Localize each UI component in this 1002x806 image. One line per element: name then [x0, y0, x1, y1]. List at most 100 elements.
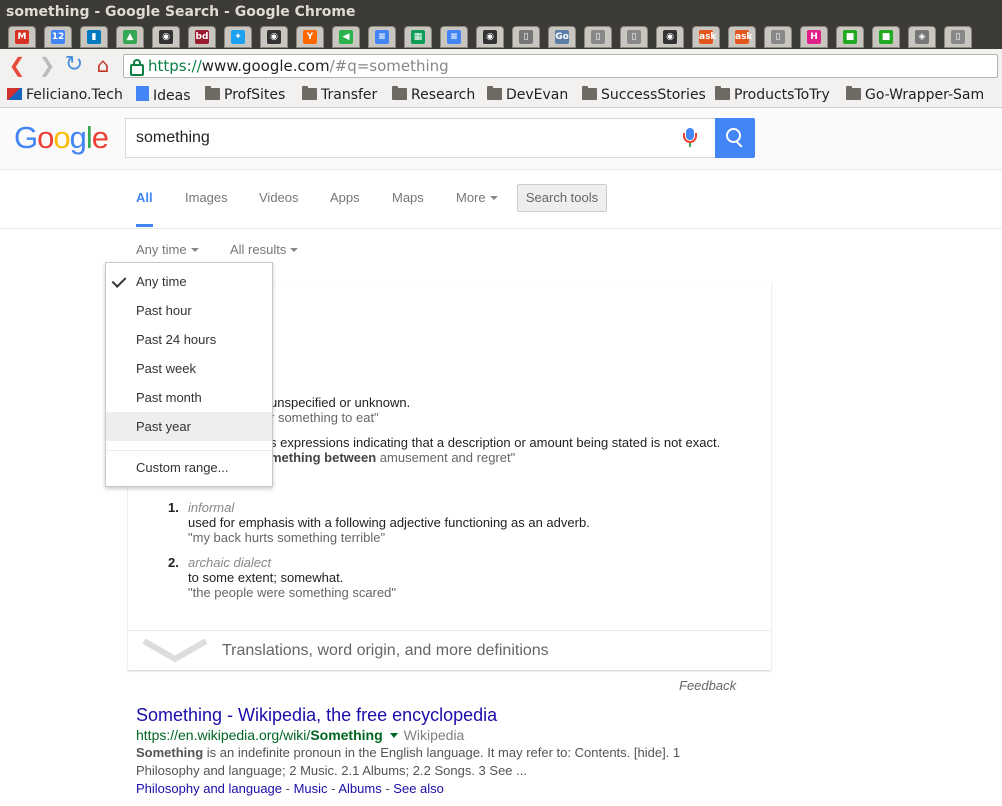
- bookmark-go-wrapper-sam[interactable]: Go-Wrapper-Sam: [846, 86, 984, 104]
- results-filter[interactable]: All results: [230, 242, 299, 257]
- bookmark-label: Transfer: [321, 87, 378, 103]
- browser-tab[interactable]: ◉: [260, 26, 288, 48]
- reload-icon[interactable]: ↻: [63, 54, 85, 77]
- browser-tab[interactable]: Go: [548, 26, 576, 48]
- bookmark-transfer[interactable]: Transfer: [302, 86, 377, 104]
- browser-tab[interactable]: ask: [692, 26, 720, 48]
- menu-item-label: Any time: [136, 274, 187, 289]
- result-snippet: Something is an indefinite pronoun in th…: [136, 745, 681, 778]
- browser-tab[interactable]: ◉: [152, 26, 180, 48]
- folder-icon: [302, 86, 317, 100]
- menu-item-past-month[interactable]: Past month: [106, 383, 272, 412]
- bookmark-label: SuccessStories: [601, 87, 706, 103]
- bd-icon: bd: [195, 30, 209, 44]
- definition-example: mething between amusement and regret": [270, 450, 516, 465]
- folder-icon: [582, 86, 597, 100]
- bookmark-research[interactable]: Research: [392, 86, 475, 104]
- google-logo[interactable]: Google: [14, 120, 109, 156]
- menu-item-past-hour[interactable]: Past hour: [106, 296, 272, 325]
- browser-tab[interactable]: 12: [44, 26, 72, 48]
- browser-tab[interactable]: ▯: [764, 26, 792, 48]
- bookmark-profsites[interactable]: ProfSites: [205, 86, 285, 104]
- browser-tab[interactable]: ▯: [944, 26, 972, 48]
- menu-item-custom-range[interactable]: Custom range...: [106, 453, 272, 482]
- browser-tab[interactable]: ≡: [440, 26, 468, 48]
- logo-letter: g: [69, 120, 87, 155]
- home-icon[interactable]: ⌂: [92, 55, 114, 77]
- card-divider: [128, 630, 771, 631]
- page-icon: ▯: [627, 30, 641, 44]
- tab-more[interactable]: More: [456, 190, 498, 205]
- browser-tab[interactable]: ◉: [656, 26, 684, 48]
- folder-icon: [392, 86, 407, 100]
- more-definitions-link[interactable]: Translations, word origin, and more defi…: [222, 642, 549, 660]
- browser-tab[interactable]: ◈: [908, 26, 936, 48]
- browser-tab[interactable]: H: [800, 26, 828, 48]
- tab-images[interactable]: Images: [185, 190, 228, 205]
- docs-icon: ≡: [375, 30, 389, 44]
- browser-tab[interactable]: ▯: [512, 26, 540, 48]
- browser-tab[interactable]: ◀: [332, 26, 360, 48]
- tab-apps[interactable]: Apps: [330, 190, 360, 205]
- bookmark-ideas[interactable]: Ideas: [136, 86, 191, 104]
- link-separator: -: [381, 781, 394, 796]
- browser-tab[interactable]: Y: [296, 26, 324, 48]
- definition-example: "the people were something scared": [188, 585, 396, 600]
- result-title-link[interactable]: Something - Wikipedia, the free encyclop…: [136, 705, 497, 726]
- calendar-icon: 12: [51, 30, 65, 44]
- drive-icon: ▲: [123, 30, 137, 44]
- folder-icon: [487, 86, 502, 100]
- site-favicon-icon: [7, 88, 22, 100]
- sitelink[interactable]: Music: [294, 781, 328, 796]
- bookmark-productstotry[interactable]: ProductsToTry: [715, 86, 830, 104]
- address-bar[interactable]: https://www.google.com/#q=something: [123, 54, 998, 78]
- window-title: something - Google Search - Google Chrom…: [0, 0, 1002, 24]
- browser-tab[interactable]: ▯: [584, 26, 612, 48]
- browser-tab[interactable]: ▮: [80, 26, 108, 48]
- browser-tab[interactable]: ◉: [476, 26, 504, 48]
- microphone-icon[interactable]: [683, 128, 697, 147]
- browser-tab[interactable]: bd: [188, 26, 216, 48]
- browser-tab[interactable]: M: [8, 26, 36, 48]
- tab-all[interactable]: All: [136, 190, 153, 205]
- bookmark-successstories[interactable]: SuccessStories: [582, 86, 706, 104]
- logo-letter: G: [14, 120, 38, 155]
- browser-tab[interactable]: ✦: [224, 26, 252, 48]
- bookmark-label: ProfSites: [224, 87, 286, 103]
- menu-item-past-week[interactable]: Past week: [106, 354, 272, 383]
- bookmark-devevan[interactable]: DevEvan: [487, 86, 568, 104]
- sitelink[interactable]: Philosophy and language: [136, 781, 282, 796]
- sitelink[interactable]: Albums: [338, 781, 381, 796]
- search-tools-button[interactable]: Search tools: [517, 184, 607, 212]
- tab-maps[interactable]: Maps: [392, 190, 424, 205]
- cube-icon: ■: [843, 30, 857, 44]
- search-button[interactable]: [715, 118, 755, 158]
- menu-item-past-year[interactable]: Past year: [106, 412, 272, 441]
- search-input[interactable]: something: [125, 118, 716, 158]
- browser-tab[interactable]: ▦: [404, 26, 432, 48]
- forward-arrow-icon[interactable]: ❯: [36, 55, 58, 77]
- box-icon: ◈: [915, 30, 929, 44]
- feedback-link[interactable]: Feedback: [679, 678, 736, 693]
- page-icon: ▯: [591, 30, 605, 44]
- back-arrow-icon[interactable]: ❮: [6, 55, 28, 77]
- tab-videos[interactable]: Videos: [259, 190, 299, 205]
- tab-strip: M 12 ▮ ▲ ◉ bd ✦ ◉ Y ◀ ≡ ▦ ≡ ◉ ▯ Go ▯ ▯ ◉ ask ask ▯ H ■ ■ ◈ ▯: [0, 24, 1002, 49]
- browser-tab[interactable]: ≡: [368, 26, 396, 48]
- browser-tab[interactable]: ▲: [116, 26, 144, 48]
- browser-tab[interactable]: ask: [728, 26, 756, 48]
- chevron-down-icon[interactable]: [142, 637, 208, 663]
- menu-item-any-time[interactable]: Any time: [106, 267, 272, 296]
- browser-tab[interactable]: ■: [836, 26, 864, 48]
- sitelink[interactable]: See also: [393, 781, 444, 796]
- link-separator: -: [327, 781, 339, 796]
- sense-number: 2.: [168, 555, 179, 570]
- browser-tab[interactable]: ■: [872, 26, 900, 48]
- bookmark-feliciano-tech[interactable]: Feliciano.Tech: [7, 86, 123, 104]
- browser-tab[interactable]: ▯: [620, 26, 648, 48]
- dropdown-arrow-icon[interactable]: [389, 733, 398, 738]
- time-filter[interactable]: Any time: [136, 242, 199, 257]
- logo-letter: e: [91, 120, 109, 155]
- results-filter-label: All results: [230, 242, 287, 257]
- menu-item-past-24-hours[interactable]: Past 24 hours: [106, 325, 272, 354]
